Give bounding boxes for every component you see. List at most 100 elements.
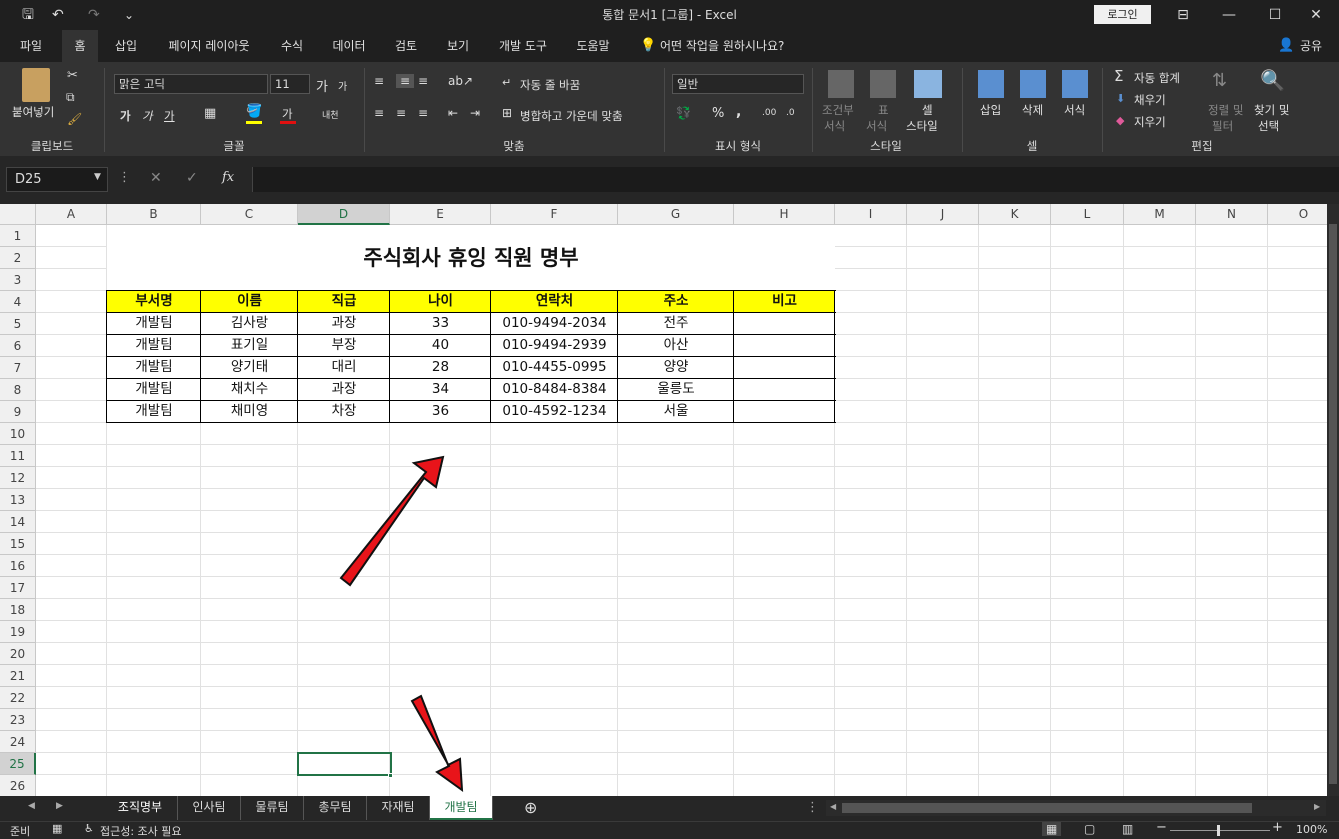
orientation-icon[interactable]: ab↗: [448, 74, 473, 88]
table-cell[interactable]: 서울: [618, 401, 734, 423]
sort-filter-icon[interactable]: ⇅: [1212, 70, 1227, 91]
increase-indent-icon[interactable]: ⇥: [470, 106, 480, 120]
login-button[interactable]: 로그인: [1094, 5, 1151, 24]
tab-review[interactable]: 검토: [384, 30, 428, 62]
align-center-icon[interactable]: ≡: [396, 106, 406, 120]
bold-button[interactable]: 가: [120, 108, 131, 124]
number-format-select[interactable]: 일반: [672, 74, 804, 94]
merge-center-button[interactable]: 병합하고 가운데 맞춤: [520, 108, 623, 124]
row-header-12[interactable]: 12: [0, 467, 36, 489]
tab-home[interactable]: 홈: [62, 30, 98, 62]
fill-color-icon[interactable]: 🪣: [246, 104, 262, 119]
column-header-g[interactable]: G: [618, 204, 734, 225]
tab-view[interactable]: 보기: [436, 30, 480, 62]
cut-icon[interactable]: ✂: [67, 68, 78, 83]
scroll-left-icon[interactable]: ◀: [830, 802, 836, 811]
italic-button[interactable]: 가: [142, 108, 153, 124]
sort-filter-label2[interactable]: 필터: [1212, 118, 1233, 134]
phonetic-button[interactable]: 내천: [322, 108, 339, 121]
save-icon[interactable]: 🖫: [22, 5, 34, 25]
font-color-button[interactable]: 가: [282, 106, 293, 122]
sort-filter-label1[interactable]: 정렬 및: [1208, 102, 1243, 118]
find-select-icon[interactable]: 🔍: [1260, 68, 1285, 92]
table-cell[interactable]: 채치수: [201, 379, 298, 401]
sheet-tab-logistics[interactable]: 물류팀: [241, 796, 304, 820]
column-header-k[interactable]: K: [979, 204, 1051, 225]
zoom-in-button[interactable]: +: [1272, 820, 1283, 835]
scroll-tabs-right-icon[interactable]: ▶: [56, 801, 63, 811]
zoom-slider[interactable]: [1170, 830, 1270, 831]
redo-icon[interactable]: ↷: [88, 5, 100, 25]
insert-cells-icon[interactable]: [978, 70, 1004, 98]
table-cell[interactable]: 28: [390, 357, 491, 379]
row-header-25[interactable]: 25: [0, 753, 36, 775]
table-cell[interactable]: [734, 379, 835, 401]
column-header-j[interactable]: J: [907, 204, 979, 225]
column-header-e[interactable]: E: [390, 204, 491, 225]
tab-data[interactable]: 데이터: [322, 30, 376, 62]
table-cell[interactable]: 010-4455-0995: [491, 357, 618, 379]
row-header-20[interactable]: 20: [0, 643, 36, 665]
format-painter-icon[interactable]: 🖌: [67, 112, 82, 126]
cell-styles-label2[interactable]: 스타일: [906, 118, 938, 134]
decrease-decimal-icon[interactable]: .0: [786, 108, 795, 118]
worksheet-grid[interactable]: ABCDEFGHIJKLMNO 1 2 3 4 5 6 7 8 9 10 11 12 13 14 15 16 1…: [0, 204, 1327, 796]
sheet-tab-dev[interactable]: 개발팀: [430, 796, 493, 820]
scroll-tabs-left-icon[interactable]: ◀: [28, 801, 35, 811]
column-header-l[interactable]: L: [1051, 204, 1124, 225]
zoom-level[interactable]: 100%: [1296, 823, 1327, 836]
tab-formulas[interactable]: 수식: [270, 30, 314, 62]
table-cell[interactable]: 전주: [618, 313, 734, 335]
row-header-9[interactable]: 9: [0, 401, 36, 423]
customize-qat-icon[interactable]: ⌄: [124, 5, 134, 25]
insert-function-button[interactable]: fx: [222, 170, 234, 185]
macro-record-icon[interactable]: ▦: [52, 822, 62, 835]
column-header-h[interactable]: H: [734, 204, 835, 225]
table-cell[interactable]: 과장: [298, 313, 390, 335]
conditional-format-icon[interactable]: [828, 70, 854, 98]
align-left-icon[interactable]: ≡: [374, 106, 384, 120]
tab-page-layout[interactable]: 페이지 레이아웃: [156, 30, 262, 62]
add-sheet-button[interactable]: ⊕: [524, 798, 537, 817]
column-header-m[interactable]: M: [1124, 204, 1196, 225]
table-cell[interactable]: 40: [390, 335, 491, 357]
paste-button[interactable]: 붙여넣기: [12, 104, 54, 120]
cell-styles-label1[interactable]: 셀: [922, 102, 933, 118]
row-header-8[interactable]: 8: [0, 379, 36, 401]
table-cell[interactable]: 채미영: [201, 401, 298, 423]
align-middle-icon[interactable]: ≡: [396, 74, 414, 88]
copy-icon[interactable]: ⧉: [66, 90, 75, 105]
column-header-a[interactable]: A: [36, 204, 107, 225]
row-header-1[interactable]: 1: [0, 225, 36, 247]
row-header-23[interactable]: 23: [0, 709, 36, 731]
table-cell[interactable]: 차장: [298, 401, 390, 423]
table-cell[interactable]: [734, 335, 835, 357]
page-break-view-icon[interactable]: ▥: [1122, 822, 1133, 836]
row-header-21[interactable]: 21: [0, 665, 36, 687]
format-cells-icon[interactable]: [1062, 70, 1088, 98]
enter-formula-button[interactable]: ✓: [186, 170, 198, 186]
row-header-3[interactable]: 3: [0, 269, 36, 291]
fill-down-icon[interactable]: ⬇: [1116, 92, 1125, 105]
table-cell[interactable]: 아산: [618, 335, 734, 357]
table-cell[interactable]: 개발팀: [107, 379, 201, 401]
cancel-formula-button[interactable]: ✕: [150, 170, 162, 186]
grow-font-button[interactable]: 가: [316, 76, 328, 95]
row-header-22[interactable]: 22: [0, 687, 36, 709]
column-header-o[interactable]: O: [1268, 204, 1327, 225]
find-select-label1[interactable]: 찾기 및: [1254, 102, 1289, 118]
table-cell[interactable]: 양기태: [201, 357, 298, 379]
row-header-19[interactable]: 19: [0, 621, 36, 643]
zoom-out-button[interactable]: −: [1156, 820, 1167, 835]
wrap-text-icon[interactable]: ↵: [502, 76, 511, 89]
maximize-button[interactable]: ☐: [1252, 0, 1298, 30]
select-all-corner[interactable]: [0, 204, 36, 225]
insert-cells-button[interactable]: 삽입: [980, 102, 1001, 118]
column-header-d[interactable]: D: [298, 204, 390, 225]
align-right-icon[interactable]: ≡: [418, 106, 428, 120]
fill-button[interactable]: 채우기: [1134, 92, 1166, 108]
normal-view-icon[interactable]: ▦: [1042, 822, 1062, 836]
clear-eraser-icon[interactable]: ◆: [1116, 114, 1124, 127]
scroll-right-icon[interactable]: ▶: [1314, 802, 1320, 811]
row-header-7[interactable]: 7: [0, 357, 36, 379]
